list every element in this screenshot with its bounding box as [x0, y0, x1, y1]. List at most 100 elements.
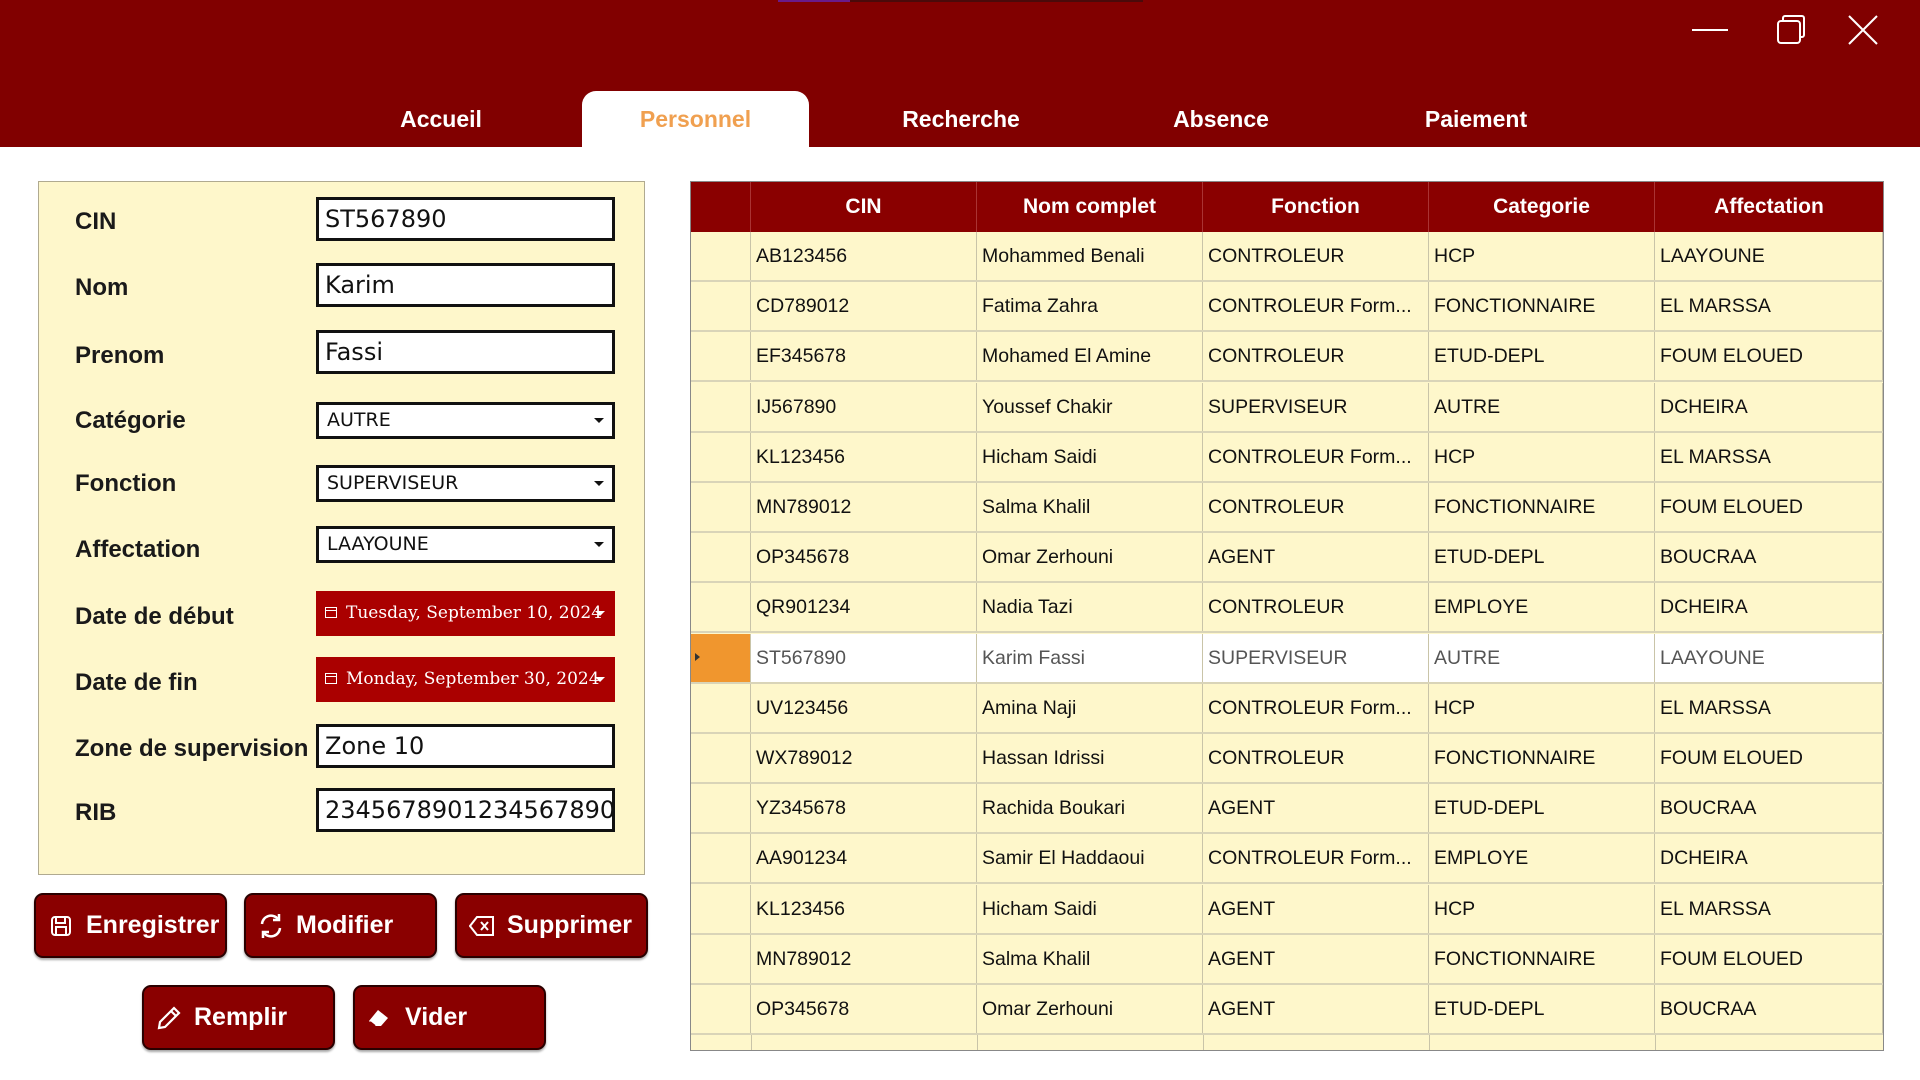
cell-categorie[interactable]: ETUD-DEPL: [1429, 332, 1655, 381]
cell-nom-complet[interactable]: Nadia Tazi: [977, 583, 1203, 632]
vider-button[interactable]: Vider: [353, 985, 546, 1050]
table-row[interactable]: OP345678 Omar Zerhouni AGENT ETUD-DEPL BOUCR…: [691, 533, 1883, 584]
rib-input[interactable]: 234567890123456789012: [316, 788, 615, 832]
cell-cin[interactable]: CD789012: [751, 282, 977, 331]
cell-nom-complet[interactable]: Salma Khalil: [977, 483, 1203, 531]
cell-nom-complet[interactable]: Fatima Zahra: [977, 282, 1203, 331]
row-selector[interactable]: [691, 734, 751, 782]
table-row[interactable]: MN789012 Salma Khalil AGENT FONCTIONNAIRE FO…: [691, 934, 1883, 985]
cell-affectation[interactable]: DCHEIRA: [1655, 834, 1883, 883]
cell-nom-complet[interactable]: Youssef Chakir: [977, 382, 1203, 431]
cell-cin[interactable]: WX789012: [751, 734, 977, 782]
date-fin-picker[interactable]: Monday, September 30, 2024: [316, 657, 615, 702]
modifier-button[interactable]: Modifier: [244, 893, 437, 958]
cell-categorie[interactable]: ETUD-DEPL: [1429, 533, 1655, 582]
cell-affectation[interactable]: LAAYOUNE: [1655, 633, 1883, 682]
cell-fonction[interactable]: SUPERVISEUR: [1203, 382, 1429, 431]
supprimer-button[interactable]: Supprimer: [455, 893, 648, 958]
cell-categorie[interactable]: AUTRE: [1429, 633, 1655, 682]
nom-input[interactable]: Karim: [316, 263, 615, 307]
cell-affectation[interactable]: FOUM ELOUED: [1655, 483, 1883, 531]
cell-cin[interactable]: OP345678: [751, 985, 977, 1033]
row-selector[interactable]: [691, 432, 751, 481]
cell-affectation[interactable]: BOUCRAA: [1655, 784, 1883, 833]
table-row[interactable]: AA901234 Samir El Haddaoui CONTROLEUR Form…: [691, 834, 1883, 885]
cin-input[interactable]: ST567890: [316, 197, 615, 241]
cell-fonction[interactable]: AGENT: [1203, 884, 1429, 933]
fonction-select[interactable]: SUPERVISEUR: [316, 465, 615, 502]
row-selector[interactable]: [691, 934, 751, 983]
prenom-input[interactable]: Fassi: [316, 330, 615, 374]
cell-fonction[interactable]: CONTROLEUR Form...: [1203, 282, 1429, 331]
cell-nom-complet[interactable]: Mohamed El Amine: [977, 332, 1203, 381]
column-header-affectation[interactable]: Affectation: [1655, 182, 1883, 232]
cell-cin[interactable]: AA901234: [751, 834, 977, 883]
cell-fonction[interactable]: CONTROLEUR Form...: [1203, 432, 1429, 481]
cell-categorie[interactable]: FONCTIONNAIRE: [1429, 734, 1655, 782]
cell-affectation[interactable]: FOUM ELOUED: [1655, 934, 1883, 983]
cell-cin[interactable]: UV123456: [751, 683, 977, 732]
cell-fonction[interactable]: CONTROLEUR: [1203, 332, 1429, 381]
cell-fonction[interactable]: CONTROLEUR Form...: [1203, 834, 1429, 883]
cell-affectation[interactable]: DCHEIRA: [1655, 382, 1883, 431]
cell-categorie[interactable]: FONCTIONNAIRE: [1429, 483, 1655, 531]
tab-personnel[interactable]: Personnel: [582, 91, 809, 147]
enregistrer-button[interactable]: Enregistrer: [34, 893, 227, 958]
cell-categorie[interactable]: ETUD-DEPL: [1429, 784, 1655, 833]
cell-fonction[interactable]: CONTROLEUR: [1203, 232, 1429, 280]
cell-fonction[interactable]: AGENT: [1203, 985, 1429, 1033]
row-selector[interactable]: [691, 884, 751, 933]
cell-nom-complet[interactable]: Samir El Haddaoui: [977, 834, 1203, 883]
cell-affectation[interactable]: BOUCRAA: [1655, 985, 1883, 1033]
cell-categorie[interactable]: HCP: [1429, 884, 1655, 933]
affectation-select[interactable]: LAAYOUNE: [316, 526, 615, 563]
date-debut-picker[interactable]: Tuesday, September 10, 2024: [316, 591, 615, 636]
cell-cin[interactable]: KL123456: [751, 884, 977, 933]
row-selector-current[interactable]: [691, 633, 751, 682]
table-row[interactable]: QR901234 Nadia Tazi CONTROLEUR EMPLOYE DCHEI…: [691, 583, 1883, 634]
table-row[interactable]: UV123456 Amina Naji CONTROLEUR Form... HCP E…: [691, 683, 1883, 734]
cell-affectation[interactable]: EL MARSSA: [1655, 282, 1883, 331]
cell-affectation[interactable]: EL MARSSA: [1655, 683, 1883, 732]
cell-nom-complet[interactable]: Salma Khalil: [977, 934, 1203, 983]
tab-accueil[interactable]: Accueil: [370, 91, 512, 147]
cell-fonction[interactable]: CONTROLEUR Form...: [1203, 683, 1429, 732]
row-selector[interactable]: [691, 533, 751, 582]
cell-fonction[interactable]: AGENT: [1203, 934, 1429, 983]
tab-absence[interactable]: Absence: [1150, 91, 1292, 147]
cell-fonction[interactable]: AGENT: [1203, 784, 1429, 833]
cell-cin[interactable]: YZ345678: [751, 784, 977, 833]
personnel-grid[interactable]: CIN Nom complet Fonction Categorie Affec…: [690, 181, 1884, 1051]
table-row[interactable]: MN789012 Salma Khalil CONTROLEUR FONCTIONNA…: [691, 483, 1883, 533]
remplir-button[interactable]: Remplir: [142, 985, 335, 1050]
row-selector[interactable]: [691, 282, 751, 331]
cell-categorie[interactable]: ETUD-DEPL: [1429, 985, 1655, 1033]
column-header-nom-complet[interactable]: Nom complet: [977, 182, 1203, 232]
row-selector[interactable]: [691, 232, 751, 280]
row-selector[interactable]: [691, 834, 751, 883]
row-selector[interactable]: [691, 483, 751, 531]
categorie-select[interactable]: AUTRE: [316, 402, 615, 439]
table-row[interactable]: CD789012 Fatima Zahra CONTROLEUR Form... FO…: [691, 282, 1883, 333]
cell-affectation[interactable]: EL MARSSA: [1655, 884, 1883, 933]
cell-nom-complet[interactable]: Karim Fassi: [977, 633, 1203, 682]
table-row[interactable]: KL123456 Hicham Saidi CONTROLEUR Form... HC…: [691, 432, 1883, 483]
cell-categorie[interactable]: EMPLOYE: [1429, 583, 1655, 632]
cell-categorie[interactable]: FONCTIONNAIRE: [1429, 934, 1655, 983]
cell-cin[interactable]: MN789012: [751, 483, 977, 531]
cell-cin[interactable]: OP345678: [751, 533, 977, 582]
cell-categorie[interactable]: AUTRE: [1429, 382, 1655, 431]
cell-affectation[interactable]: FOUM ELOUED: [1655, 332, 1883, 381]
table-row[interactable]: IJ567890 Youssef Chakir SUPERVISEUR AUTRE DC…: [691, 382, 1883, 433]
cell-nom-complet[interactable]: Hicham Saidi: [977, 884, 1203, 933]
cell-nom-complet[interactable]: Hassan Idrissi: [977, 734, 1203, 782]
cell-cin[interactable]: KL123456: [751, 432, 977, 481]
table-row[interactable]: YZ345678 Rachida Boukari AGENT ETUD-DEPL BOU…: [691, 784, 1883, 835]
cell-affectation[interactable]: BOUCRAA: [1655, 533, 1883, 582]
row-selector[interactable]: [691, 985, 751, 1033]
cell-nom-complet[interactable]: Amina Naji: [977, 683, 1203, 732]
close-icon[interactable]: [1838, 12, 1888, 48]
cell-nom-complet[interactable]: Omar Zerhouni: [977, 533, 1203, 582]
cell-categorie[interactable]: HCP: [1429, 432, 1655, 481]
table-row[interactable]: WX789012 Hassan Idrissi CONTROLEUR FONCTION…: [691, 734, 1883, 784]
